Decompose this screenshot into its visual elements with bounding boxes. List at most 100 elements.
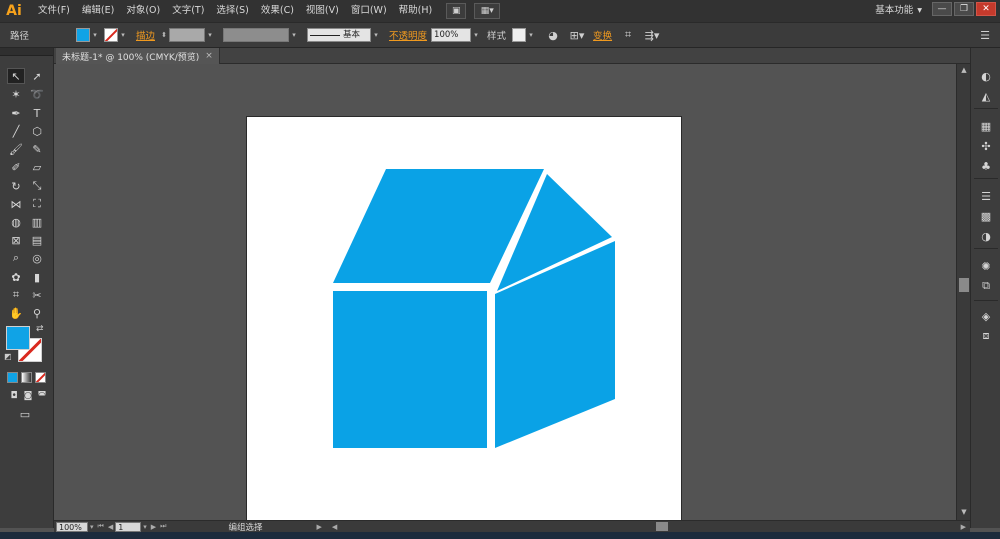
zoom-level-field[interactable]: 100%	[56, 521, 88, 532]
swatches-panel-icon[interactable]: ▦	[977, 118, 995, 134]
menu-effect[interactable]: 效果(C)	[255, 0, 300, 22]
color-guide-panel-icon[interactable]: ◭	[977, 88, 995, 104]
hand-tool-icon[interactable]: ✋	[7, 305, 25, 321]
horizontal-scroll-thumb[interactable]	[656, 522, 668, 531]
screen-mode-icon[interactable]: ▭	[16, 406, 34, 422]
line-segment-tool-icon[interactable]: ╱	[7, 123, 25, 139]
first-artboard-icon[interactable]: ⏮	[98, 522, 104, 531]
vertical-scroll-thumb[interactable]	[959, 278, 969, 292]
default-fill-stroke-icon[interactable]: ◩	[4, 352, 12, 361]
pen-tool-icon[interactable]: ✒	[7, 105, 25, 121]
canvas-area[interactable]	[54, 64, 970, 520]
swap-fill-stroke-icon[interactable]: ⇄	[36, 324, 44, 334]
document-tab[interactable]: 未标题-1* @ 100% (CMYK/预览) ×	[56, 48, 220, 64]
perspective-grid-tool-icon[interactable]: ▥	[28, 214, 46, 230]
brushes-panel-icon[interactable]: ✣	[977, 138, 995, 154]
vertical-scrollbar[interactable]: ▲ ▼	[956, 64, 970, 520]
status-menu-icon[interactable]: ▶	[316, 523, 321, 531]
shape-builder-tool-icon[interactable]: ◍	[7, 214, 25, 230]
slice-tool-icon[interactable]: ✂	[28, 287, 46, 303]
lasso-tool-icon[interactable]: ➰	[28, 86, 46, 102]
panel-menu-icon[interactable]: ☰	[976, 27, 994, 43]
menu-type[interactable]: 文字(T)	[166, 0, 210, 22]
fill-color-swatch[interactable]	[76, 28, 90, 42]
magic-wand-tool-icon[interactable]: ✶	[7, 86, 25, 102]
transparency-panel-icon[interactable]: ◑	[977, 228, 995, 244]
restore-button[interactable]: ❐	[954, 2, 974, 16]
rotate-tool-icon[interactable]: ↻	[7, 178, 25, 194]
variable-width-profile[interactable]	[223, 28, 290, 42]
bridge-icon[interactable]: ▣	[446, 3, 467, 19]
stroke-label[interactable]: 描边	[136, 28, 155, 42]
scroll-down-icon[interactable]: ▼	[959, 508, 969, 518]
graphic-styles-panel-icon[interactable]: ⧉	[977, 278, 995, 294]
menu-edit[interactable]: 编辑(E)	[76, 0, 120, 22]
workspace-switcher[interactable]: 基本功能 ▾	[875, 0, 922, 22]
stroke-panel-icon[interactable]: ☰	[977, 188, 995, 204]
chevron-down-icon[interactable]: ▾	[289, 31, 299, 39]
toolbox-grip[interactable]	[0, 48, 53, 56]
column-graph-tool-icon[interactable]: ▮	[28, 269, 46, 285]
symbol-sprayer-tool-icon[interactable]: ✿	[7, 269, 25, 285]
chevron-down-icon[interactable]: ▾	[118, 31, 128, 39]
chevron-down-icon[interactable]: ▾	[526, 31, 536, 39]
transform-label[interactable]: 变换	[593, 28, 612, 42]
paintbrush-tool-icon[interactable]: 🖌	[7, 141, 25, 157]
chevron-down-icon[interactable]: ▾	[471, 31, 481, 39]
menu-select[interactable]: 选择(S)	[210, 0, 254, 22]
house-front-wall[interactable]	[333, 291, 487, 448]
symbols-panel-icon[interactable]: ♣	[977, 158, 995, 174]
chevron-down-icon[interactable]: ▾	[205, 31, 215, 39]
align-icon[interactable]: ⊞▾	[568, 27, 586, 43]
chevron-down-icon[interactable]: ▾	[90, 523, 94, 531]
close-button[interactable]: ✕	[976, 2, 996, 16]
gradient-panel-icon[interactable]: ▩	[977, 208, 995, 224]
gradient-mode-button[interactable]	[21, 372, 32, 383]
last-artboard-icon[interactable]: ⏭	[160, 522, 166, 531]
direct-selection-tool-icon[interactable]: ➚	[28, 68, 46, 84]
scroll-up-icon[interactable]: ▲	[959, 66, 969, 76]
color-mode-button[interactable]	[7, 372, 18, 383]
control-menu-icon[interactable]: ⇶▾	[643, 27, 661, 43]
graphic-style-swatch[interactable]	[512, 28, 527, 42]
fill-color-box[interactable]	[6, 326, 30, 350]
menu-file[interactable]: 文件(F)	[32, 0, 76, 22]
artboard-number-field[interactable]: 1	[115, 521, 142, 532]
scroll-left-icon[interactable]: ◀	[332, 523, 337, 531]
previous-artboard-icon[interactable]: ◀	[108, 523, 113, 531]
chevron-down-icon[interactable]: ▾	[371, 31, 381, 39]
status-text[interactable]: 编组选择	[228, 521, 314, 533]
eraser-tool-icon[interactable]: ▱	[28, 159, 46, 175]
recolor-artwork-icon[interactable]: ◕	[544, 27, 562, 43]
opacity-input[interactable]: 100%	[431, 28, 472, 42]
selection-tool-icon[interactable]: ↖	[7, 68, 25, 84]
blend-tool-icon[interactable]: ◎	[28, 250, 46, 266]
stroke-weight-stepper[interactable]: ⬍	[159, 31, 169, 39]
stroke-color-swatch[interactable]	[104, 28, 118, 42]
artboards-panel-icon[interactable]: ⧈	[977, 328, 995, 344]
brush-definition-field[interactable]: 基本	[307, 28, 372, 42]
zoom-tool-icon[interactable]: ⚲	[28, 305, 46, 321]
isolate-icon[interactable]: ⌗	[619, 27, 637, 43]
eyedropper-tool-icon[interactable]: ⌕	[7, 250, 25, 266]
layers-panel-icon[interactable]: ◈	[977, 308, 995, 324]
close-tab-icon[interactable]: ×	[205, 51, 213, 61]
opacity-label[interactable]: 不透明度	[389, 28, 427, 42]
minimize-button[interactable]: —	[932, 2, 952, 16]
menu-view[interactable]: 视图(V)	[300, 0, 345, 22]
blob-brush-tool-icon[interactable]: ✐	[7, 159, 25, 175]
rectangle-tool-icon[interactable]: ⬡	[28, 123, 46, 139]
free-transform-tool-icon[interactable]: ⛶	[28, 196, 46, 212]
chevron-down-icon[interactable]: ▾	[90, 31, 100, 39]
menu-object[interactable]: 对象(O)	[120, 0, 166, 22]
menu-window[interactable]: 窗口(W)	[345, 0, 393, 22]
stroke-weight-field[interactable]	[169, 28, 206, 42]
arrange-documents-icon[interactable]: ▦▾	[474, 3, 501, 19]
width-tool-icon[interactable]: ⋈	[7, 196, 25, 212]
appearance-panel-icon[interactable]: ✺	[977, 258, 995, 274]
scroll-right-icon[interactable]: ▶	[961, 523, 966, 531]
draw-inside-icon[interactable]: ◚	[33, 388, 51, 404]
color-panel-icon[interactable]: ◐	[977, 68, 995, 84]
type-tool-icon[interactable]: T	[28, 105, 46, 121]
gradient-tool-icon[interactable]: ▤	[28, 232, 46, 248]
